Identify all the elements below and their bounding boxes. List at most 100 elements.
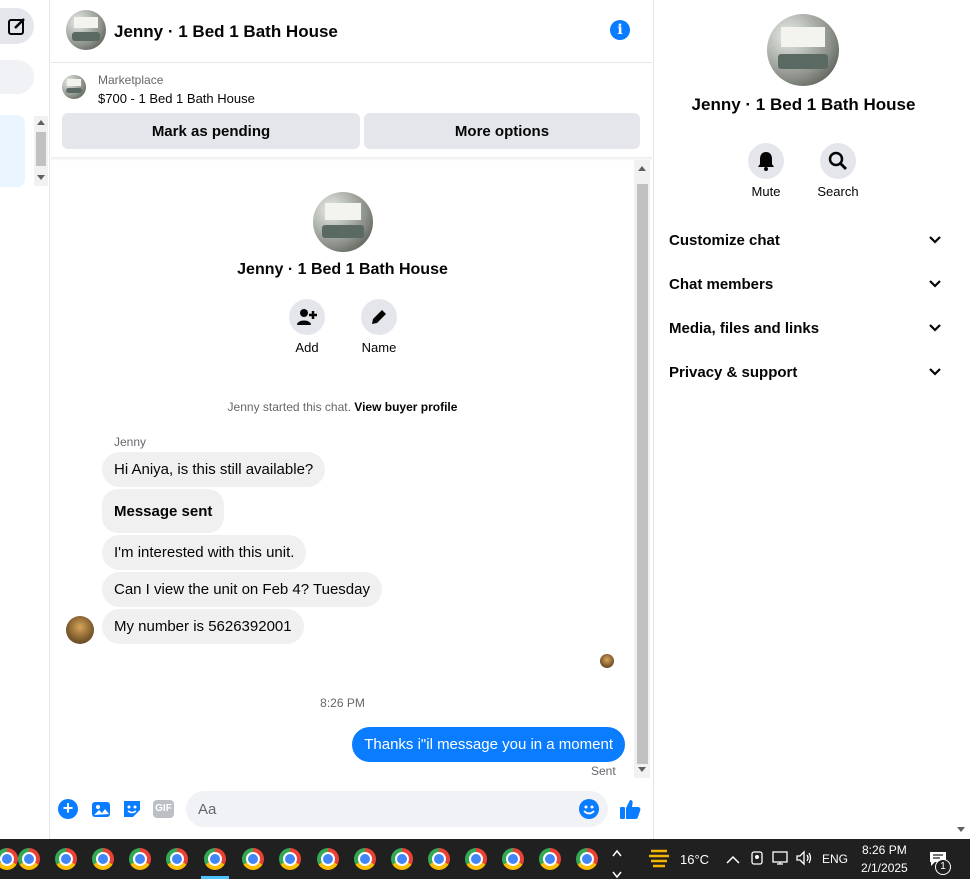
edit-name-button[interactable] xyxy=(361,299,397,335)
section-label: Privacy & support xyxy=(669,363,798,381)
details-scrollbar[interactable] xyxy=(953,0,969,839)
intro-name: Jenny · 1 Bed 1 Bath House xyxy=(237,261,448,278)
message-bubble[interactable]: I'm interested with this unit. xyxy=(102,535,307,570)
message-input[interactable] xyxy=(186,791,566,827)
chat-scrollbar[interactable] xyxy=(634,160,650,778)
name-label: Name xyxy=(361,340,397,355)
chrome-icon[interactable] xyxy=(317,848,339,870)
chrome-icon[interactable] xyxy=(129,848,151,870)
chrome-icon[interactable] xyxy=(0,848,18,870)
chrome-icon[interactable] xyxy=(576,848,598,870)
chrome-icon[interactable] xyxy=(428,848,450,870)
search-label: Search xyxy=(817,184,859,199)
chrome-icon[interactable] xyxy=(391,848,413,870)
chrome-icon[interactable] xyxy=(166,848,188,870)
chat-started-text: Jenny started this chat. xyxy=(227,400,351,414)
message-bubble[interactable]: My number is 5626392001 xyxy=(102,609,304,644)
conversation-avatar[interactable] xyxy=(66,10,106,50)
chat-members-section[interactable]: Chat members xyxy=(669,266,941,302)
attach-photo-icon[interactable] xyxy=(91,799,111,824)
chat-started-notice: Jenny started this chat. View buyer prof… xyxy=(51,400,634,414)
view-buyer-profile-link[interactable]: View buyer profile xyxy=(354,400,457,414)
weather-icon[interactable] xyxy=(647,847,671,874)
message-bubble[interactable]: Hi Aniya, is this still available? xyxy=(102,452,326,487)
search-in-conversation-button[interactable] xyxy=(820,143,856,179)
message-bubble[interactable]: Message sent xyxy=(102,489,225,533)
info-icon[interactable]: i xyxy=(610,20,630,40)
divider xyxy=(51,157,652,161)
chrome-icon[interactable] xyxy=(465,848,487,870)
section-label: Chat members xyxy=(669,275,774,293)
listing-summary[interactable]: $700 - 1 Bed 1 Bath House xyxy=(98,91,255,106)
mute-button[interactable] xyxy=(748,143,784,179)
people-icon[interactable] xyxy=(749,850,765,871)
chevron-down-icon xyxy=(929,368,941,376)
conversation-title[interactable]: Jenny · 1 Bed 1 Bath House xyxy=(114,22,338,42)
chrome-icon[interactable] xyxy=(279,848,301,870)
bell-icon xyxy=(758,152,774,171)
windows-taskbar: 16°C ENG 8:26 PM 2/1/2025 1 xyxy=(0,839,970,879)
details-name: Jenny · 1 Bed 1 Bath House xyxy=(691,95,916,114)
gif-icon[interactable]: GIF xyxy=(153,800,174,818)
message-input-container[interactable] xyxy=(186,791,608,827)
chevron-down-icon xyxy=(929,324,941,332)
volume-icon[interactable] xyxy=(795,850,813,871)
network-icon[interactable] xyxy=(772,850,790,871)
notification-count-badge: 1 xyxy=(935,859,951,875)
taskbar-scroll-up-icon[interactable] xyxy=(612,844,622,862)
chrome-icon[interactable] xyxy=(502,848,524,870)
chrome-icon[interactable] xyxy=(242,848,264,870)
sender-avatar[interactable] xyxy=(66,616,94,644)
chrome-icon[interactable] xyxy=(55,848,77,870)
chrome-icon[interactable] xyxy=(92,848,114,870)
show-hidden-icons-chevron-icon[interactable] xyxy=(726,852,740,870)
add-person-icon xyxy=(297,309,317,325)
media-files-links-section[interactable]: Media, files and links xyxy=(669,310,941,346)
chevron-down-icon xyxy=(929,236,941,244)
clock-time[interactable]: 8:26 PM xyxy=(862,843,907,857)
seen-indicator-avatar xyxy=(600,654,614,668)
emoji-icon[interactable] xyxy=(579,799,599,819)
scroll-down-arrow-icon[interactable] xyxy=(37,175,45,180)
new-message-button[interactable] xyxy=(0,8,34,44)
message-bubble[interactable]: Can I view the unit on Feb 4? Tuesday xyxy=(102,572,382,607)
outgoing-message-bubble[interactable]: Thanks i"il message you in a moment xyxy=(352,727,625,762)
scroll-up-arrow-icon[interactable] xyxy=(37,120,45,125)
clock-date[interactable]: 2/1/2025 xyxy=(861,861,908,875)
add-people-button[interactable] xyxy=(289,299,325,335)
conversation-list-scrollbar[interactable] xyxy=(34,116,48,186)
thumbs-up-icon[interactable] xyxy=(618,797,642,826)
listing-thumbnail[interactable] xyxy=(62,75,86,99)
sender-name: Jenny xyxy=(114,435,147,449)
scrollbar-thumb[interactable] xyxy=(637,184,648,764)
sticker-icon[interactable] xyxy=(122,799,142,824)
scrollbar-thumb[interactable] xyxy=(36,132,46,166)
message-status: Sent xyxy=(591,764,616,778)
privacy-support-section[interactable]: Privacy & support xyxy=(669,354,941,390)
chrome-icon-active[interactable] xyxy=(204,848,226,870)
scroll-up-arrow-icon[interactable] xyxy=(638,166,646,171)
weather-temperature[interactable]: 16°C xyxy=(680,852,709,867)
scroll-down-arrow-icon[interactable] xyxy=(638,767,646,772)
section-label: Media, files and links xyxy=(669,319,820,337)
search-conversations-input[interactable] xyxy=(0,60,34,94)
message-timestamp: 8:26 PM xyxy=(320,696,365,710)
taskbar-scroll-down-icon[interactable] xyxy=(612,866,622,884)
conversation-list-panel xyxy=(0,0,50,839)
chrome-icon[interactable] xyxy=(539,848,561,870)
section-label: Customize chat xyxy=(669,231,780,249)
intro-avatar[interactable] xyxy=(313,192,373,252)
search-icon xyxy=(828,151,847,170)
chrome-icon[interactable] xyxy=(354,848,376,870)
mark-as-pending-button[interactable]: Mark as pending xyxy=(62,113,360,149)
customize-chat-section[interactable]: Customize chat xyxy=(669,222,941,258)
scroll-down-arrow-icon[interactable] xyxy=(957,827,965,832)
conversation-details-panel: Jenny · 1 Bed 1 Bath House Mute Search C… xyxy=(653,0,970,839)
chat-header: Jenny · 1 Bed 1 Bath House i xyxy=(51,0,652,63)
selected-conversation-item[interactable] xyxy=(0,115,25,187)
chrome-icon[interactable] xyxy=(18,848,40,870)
details-avatar[interactable] xyxy=(767,14,839,86)
more-actions-plus-icon[interactable]: + xyxy=(58,799,78,819)
input-language[interactable]: ENG xyxy=(822,852,848,866)
more-options-button[interactable]: More options xyxy=(364,113,640,149)
